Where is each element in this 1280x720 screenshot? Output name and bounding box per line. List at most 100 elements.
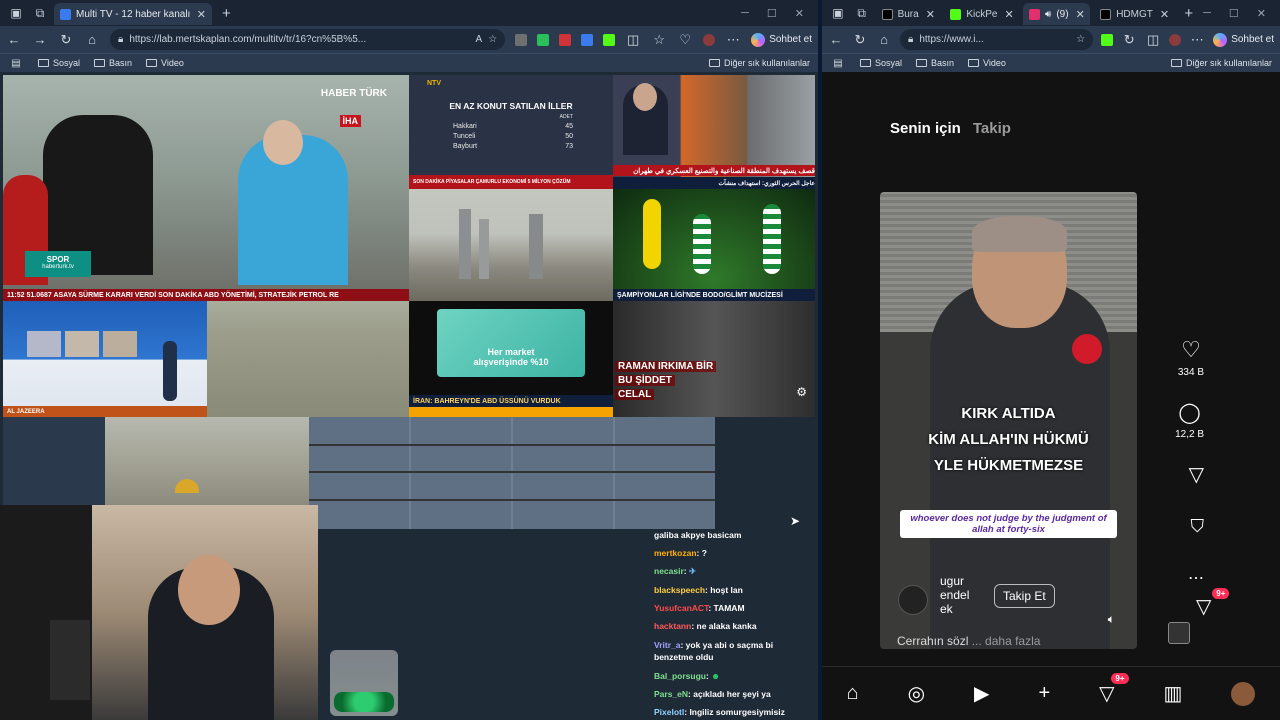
tab-following[interactable]: Takip: [973, 120, 1011, 137]
minimize-icon[interactable]: ─: [1203, 7, 1211, 20]
collections-icon[interactable]: ♡: [677, 32, 693, 48]
workspaces-icon[interactable]: ▣: [828, 3, 848, 23]
chat-username[interactable]: mertkozan: [654, 548, 697, 558]
extension-icon[interactable]: [603, 33, 616, 46]
back-icon[interactable]: ←: [828, 32, 844, 47]
bookmark-basin[interactable]: Basın: [916, 58, 954, 68]
close-tab-icon[interactable]: ✕: [1004, 8, 1013, 21]
channel-cams-grid[interactable]: [309, 417, 715, 529]
caption-preview[interactable]: Cerrahın sözl ... daha fazla: [897, 634, 1040, 648]
profile-avatar[interactable]: [703, 33, 716, 46]
channel-ntv[interactable]: NTV EN AZ KONUT SATILAN İLLER ADET Hakka…: [409, 75, 613, 189]
channel-market-ad[interactable]: Her market alışverişinde %10 İRAN: BAHRE…: [409, 301, 613, 417]
copilot-button[interactable]: Sohbet et: [1213, 32, 1274, 47]
bookmarks-menu-icon[interactable]: ▤: [830, 58, 846, 69]
follow-button[interactable]: Takip Et: [994, 584, 1055, 608]
profile-avatar[interactable]: [1169, 33, 1182, 46]
bookmark-video[interactable]: Video: [968, 58, 1006, 68]
forward-icon[interactable]: →: [32, 32, 48, 47]
messages-icon[interactable]: ▽ 9+: [1196, 588, 1230, 619]
chat-username[interactable]: hacktann: [654, 621, 691, 631]
comment-action[interactable]: ◯ 12,2 B: [1175, 400, 1204, 440]
copilot-button[interactable]: Sohbet et: [751, 32, 812, 47]
channel-old-city[interactable]: [105, 417, 309, 505]
refresh-icon[interactable]: ↻: [1121, 32, 1137, 48]
save-action[interactable]: ⛉: [1191, 516, 1205, 537]
home-icon[interactable]: ⌂: [876, 32, 892, 47]
new-tab-button[interactable]: +: [216, 5, 237, 22]
back-icon[interactable]: ←: [6, 32, 22, 47]
close-tab-icon[interactable]: ✕: [1160, 8, 1169, 21]
split-screen-icon[interactable]: ◫: [1145, 32, 1161, 48]
channel-arabic-news[interactable]: قصف يستهدف المنطقة الصناعية والتصنيع الع…: [613, 75, 815, 189]
audio-icon[interactable]: 🔊︎: [1045, 9, 1051, 20]
address-bar[interactable]: 🔒︎ https://www.i... ☆: [900, 29, 1094, 50]
tab-x-1[interactable]: Bura ✕: [876, 3, 941, 25]
creator-name[interactable]: ugur endel ek: [940, 574, 980, 616]
bookmark-other[interactable]: Diğer sık kullanılanlar: [708, 58, 810, 68]
tab-x-2[interactable]: HDMGT ✕: [1094, 3, 1174, 25]
chat-username[interactable]: YusufcanACT: [654, 603, 708, 613]
tab-actions-icon[interactable]: ⧉: [852, 3, 872, 23]
minimize-icon[interactable]: ─: [741, 7, 749, 20]
chat-username[interactable]: Pars_eN: [654, 689, 688, 699]
audio-thumbnail[interactable]: [1168, 622, 1190, 644]
tab-for-you[interactable]: Senin için: [890, 120, 961, 137]
bookmark-video[interactable]: Video: [146, 58, 184, 68]
bookmark-other[interactable]: Diğer sık kullanılanlar: [1170, 58, 1272, 68]
maximize-icon[interactable]: ☐: [767, 7, 777, 20]
channel-football[interactable]: ŞAMPİYONLAR LİGİ'NDE BODO/GLİMT MUCİZESİ: [613, 189, 815, 301]
direct-messages-icon[interactable]: ▽ 9+: [1099, 673, 1129, 706]
favorites-icon[interactable]: ☆: [651, 32, 667, 48]
tab-instagram[interactable]: 🔊︎ (9) ✕: [1023, 3, 1091, 25]
tab-multitv[interactable]: Multi TV - 12 haber kanalını aynı a ✕: [54, 3, 212, 25]
reels-icon[interactable]: ▶: [974, 681, 989, 706]
explore-icon[interactable]: ◎: [908, 681, 925, 706]
creator-avatar[interactable]: [898, 585, 928, 615]
close-tab-icon[interactable]: ✕: [1076, 8, 1085, 21]
insights-icon[interactable]: ▥: [1164, 681, 1183, 706]
tab-kick[interactable]: KickPe ✕: [944, 3, 1019, 25]
extension-icon[interactable]: [515, 33, 528, 46]
share-action[interactable]: ▽: [1189, 462, 1204, 487]
channel-city-skyline[interactable]: [409, 189, 613, 301]
channel-aerial-city[interactable]: [207, 301, 409, 417]
close-window-icon[interactable]: ✕: [795, 7, 804, 20]
refresh-icon[interactable]: ↻: [852, 32, 868, 48]
extension-icon[interactable]: [1101, 33, 1114, 46]
create-icon[interactable]: +: [1038, 682, 1050, 705]
more-menu-icon[interactable]: ⋯: [725, 32, 741, 48]
chat-username[interactable]: Pixelotl: [654, 707, 684, 717]
video-player[interactable]: KIRK ALTIDA KİM ALLAH'IN HÜKMÜ YLE HÜKME…: [880, 192, 1137, 649]
workspaces-icon[interactable]: ▣: [6, 3, 26, 23]
mute-icon[interactable]: 🔈︎: [1108, 612, 1115, 627]
settings-gear-icon[interactable]: ⚙: [796, 385, 807, 399]
extension-icon[interactable]: [559, 33, 572, 46]
chat-username[interactable]: Vritr_a: [654, 640, 680, 650]
channel-aljazeera[interactable]: AL JAZEERA: [3, 301, 207, 417]
close-tab-icon[interactable]: ✕: [926, 8, 935, 21]
chat-username[interactable]: Bal_porsugu: [654, 671, 706, 681]
close-window-icon[interactable]: ✕: [1257, 7, 1266, 20]
read-aloud-icon[interactable]: A: [476, 34, 483, 45]
home-icon[interactable]: ⌂: [84, 32, 100, 47]
refresh-icon[interactable]: ↻: [58, 32, 74, 48]
chat-username[interactable]: necasir: [654, 566, 684, 576]
extension-icon[interactable]: [581, 33, 594, 46]
new-tab-button[interactable]: +: [1178, 5, 1199, 22]
close-tab-icon[interactable]: ✕: [197, 8, 206, 21]
bookmark-basin[interactable]: Basın: [94, 58, 132, 68]
more-menu-icon[interactable]: ⋯: [1189, 32, 1205, 48]
tab-actions-icon[interactable]: ⧉: [30, 3, 50, 23]
bookmark-sosyal[interactable]: Sosyal: [860, 58, 902, 68]
extension-icon[interactable]: [537, 33, 550, 46]
profile-avatar[interactable]: [1231, 681, 1256, 706]
channel-haberturk[interactable]: HABER TÜRK İHA SPOR haberturk.tv 11:52 5…: [3, 75, 409, 301]
favorite-star-icon[interactable]: ☆: [488, 34, 497, 45]
more-action[interactable]: ⋯: [1188, 568, 1204, 588]
address-bar[interactable]: 🔒︎ https://lab.mertskaplan.com/multitv/t…: [110, 29, 506, 50]
favorite-star-icon[interactable]: ☆: [1076, 34, 1085, 45]
maximize-icon[interactable]: ☐: [1229, 7, 1239, 20]
chat-username[interactable]: blackspeech: [654, 585, 705, 595]
channel-documentary[interactable]: RAMAN IRKIMA BİR BU ŞİDDET CELAL ⚙: [613, 301, 815, 417]
